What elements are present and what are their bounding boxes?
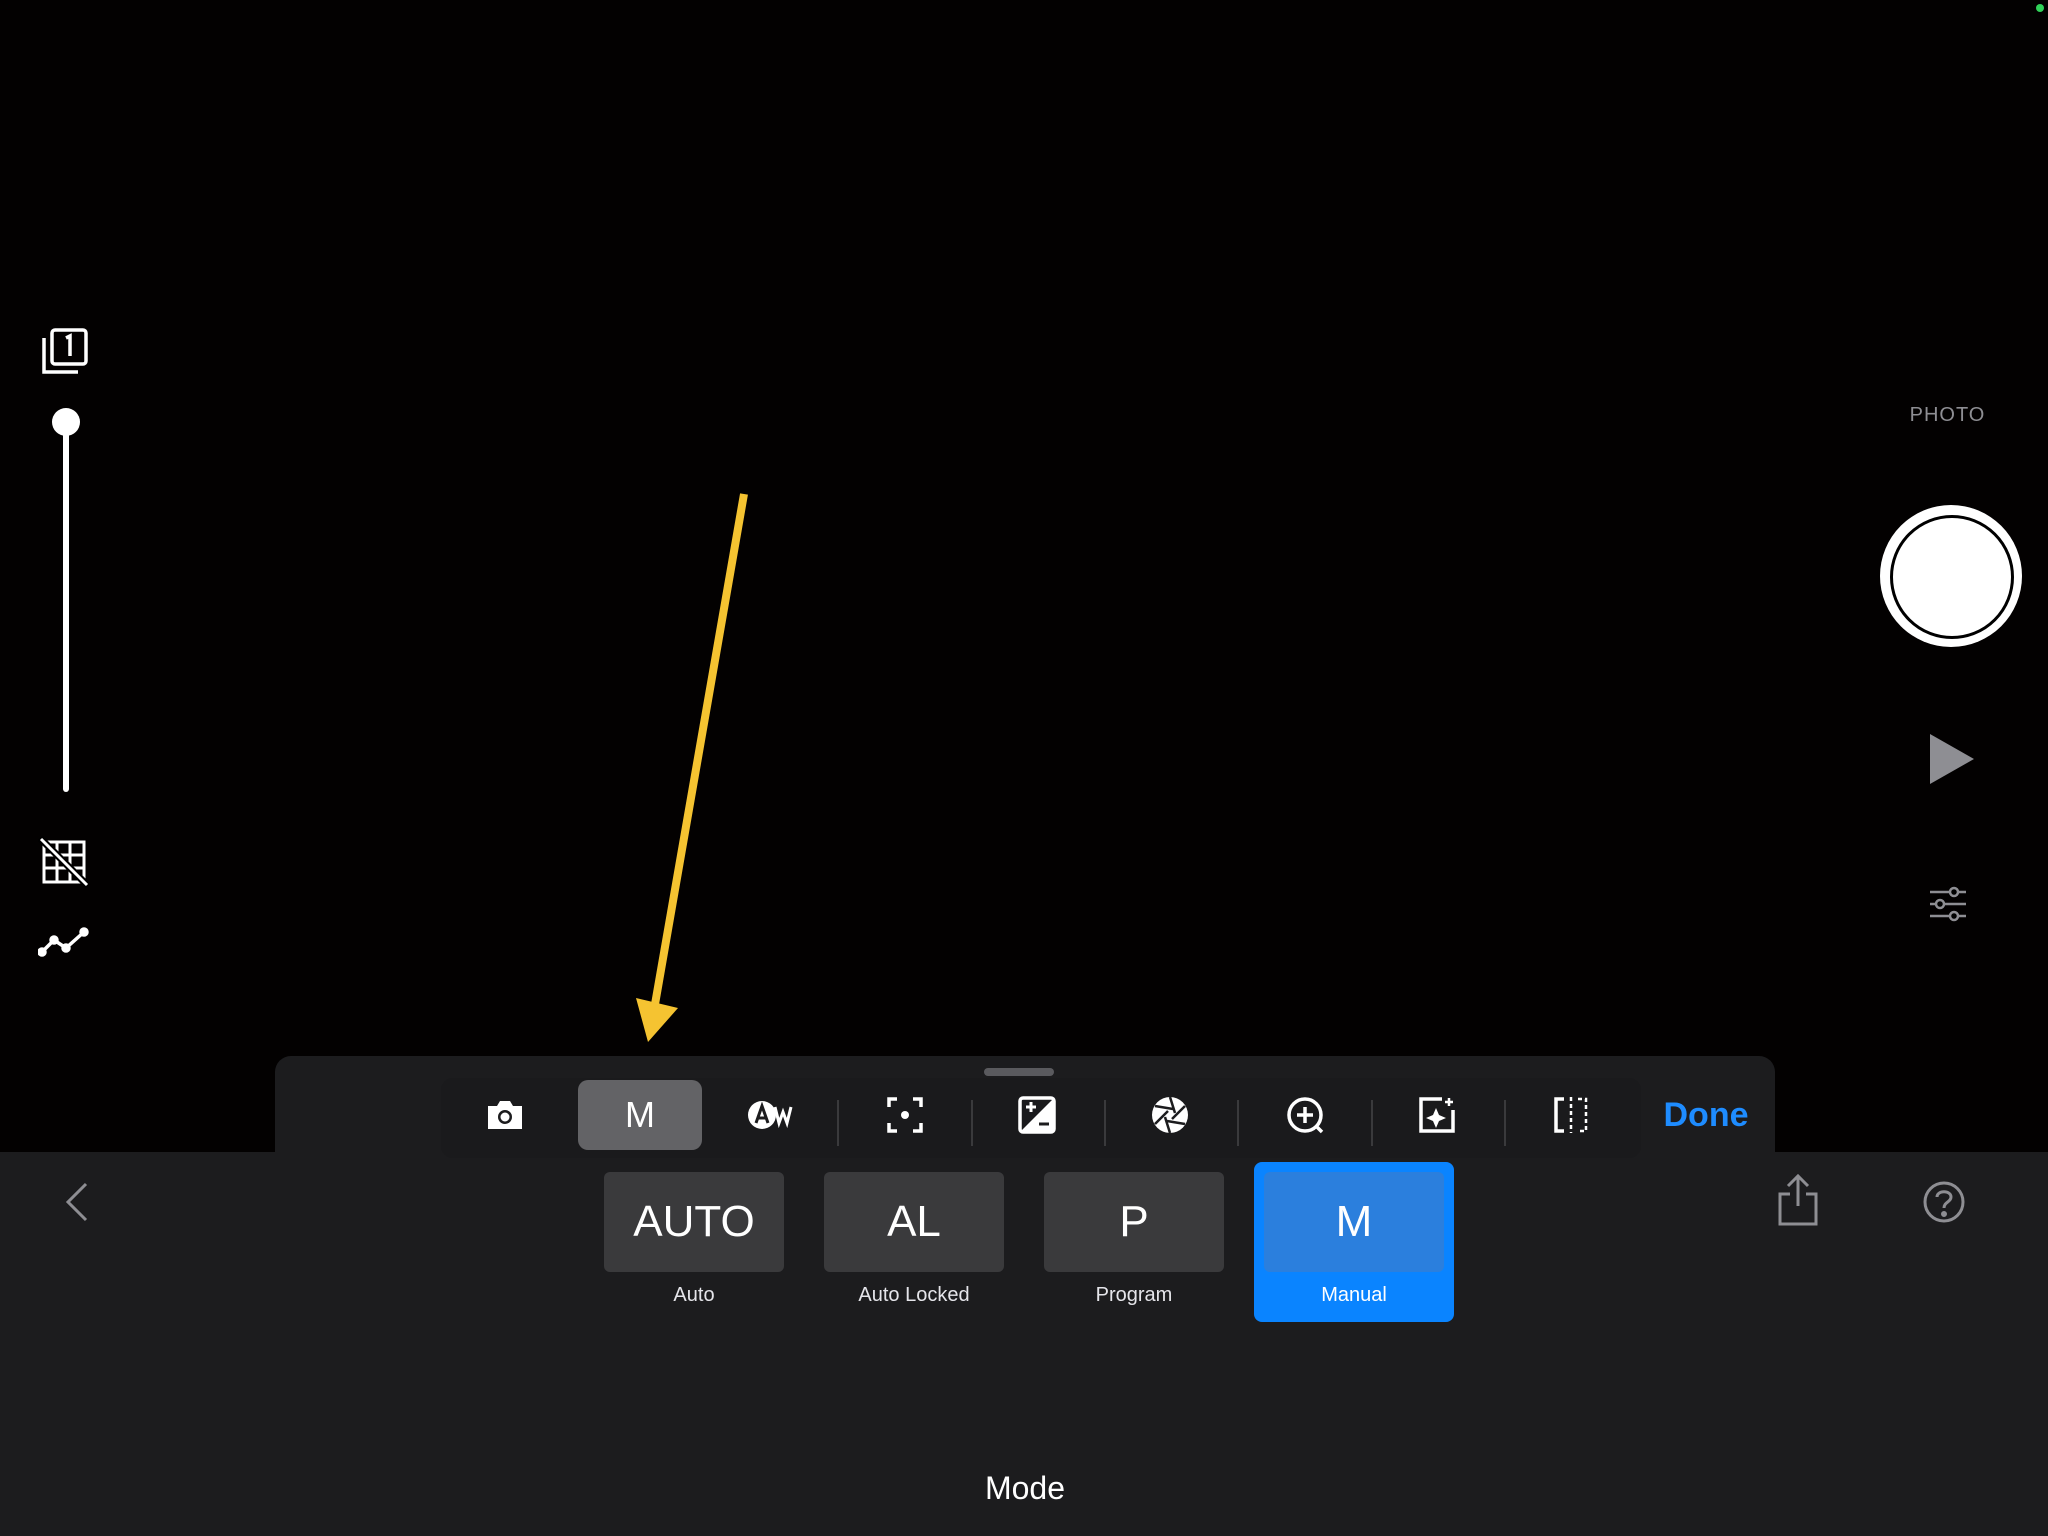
- shutter-button[interactable]: [1880, 505, 2022, 647]
- mode-auto-locked-tile: AL: [824, 1172, 1004, 1272]
- focus-icon: [887, 1097, 923, 1133]
- panel-title: Mode: [984, 1470, 1066, 1506]
- settings-sliders-icon[interactable]: [1928, 886, 1968, 922]
- tool-mirror[interactable]: [1509, 1080, 1633, 1150]
- separator: [1371, 1100, 1373, 1146]
- mode-program-tile: P: [1044, 1172, 1224, 1272]
- zoom-icon: [1287, 1097, 1324, 1134]
- separator: [1504, 1100, 1506, 1146]
- mode-manual-button[interactable]: M Manual: [1254, 1162, 1454, 1322]
- grid-off-icon[interactable]: [37, 835, 91, 889]
- separator: [1237, 1100, 1239, 1146]
- separator: [971, 1100, 973, 1146]
- back-chevron-icon[interactable]: [60, 1180, 96, 1224]
- mode-manual-label: Manual: [1321, 1284, 1387, 1306]
- camera-viewfinder[interactable]: [0, 0, 2048, 1152]
- mode-panel: M Done AUTO Auto AL Auto Locked P Progra…: [275, 1056, 1775, 1536]
- done-button[interactable]: Done: [1641, 1096, 1771, 1135]
- camera-icon: [488, 1101, 522, 1129]
- help-icon[interactable]: [1922, 1180, 1966, 1224]
- tool-mode[interactable]: M: [578, 1080, 702, 1150]
- zoom-slider-handle[interactable]: [52, 408, 80, 436]
- mode-auto-locked-label: Auto Locked: [858, 1284, 970, 1306]
- tool-white-balance[interactable]: [709, 1080, 833, 1150]
- share-icon[interactable]: [1776, 1172, 1820, 1228]
- mode-manual-tile: M: [1264, 1172, 1444, 1272]
- mode-auto-button[interactable]: AUTO Auto: [604, 1172, 784, 1334]
- mode-letter: M: [625, 1094, 655, 1135]
- mode-auto-label: Auto: [673, 1284, 715, 1306]
- separator: [837, 1100, 839, 1146]
- annotation-arrow: [636, 493, 748, 1042]
- tool-enhance[interactable]: [1375, 1080, 1499, 1150]
- mirror-icon: [1554, 1097, 1588, 1133]
- tool-zoom[interactable]: [1243, 1080, 1367, 1150]
- zoom-slider-track[interactable]: [63, 420, 69, 792]
- mode-program-button[interactable]: P Program: [1044, 1172, 1224, 1334]
- tool-focus[interactable]: [843, 1080, 967, 1150]
- mode-program-label: Program: [1095, 1284, 1173, 1306]
- auto-white-balance-icon: [748, 1101, 793, 1129]
- panel-grabber[interactable]: [984, 1068, 1054, 1076]
- play-icon[interactable]: [1926, 732, 1976, 786]
- exposure-compensation-icon: [1018, 1096, 1056, 1134]
- capture-mode-label[interactable]: PHOTO: [1880, 404, 2015, 427]
- tool-camera[interactable]: [443, 1080, 567, 1150]
- camera-in-use-indicator: [2036, 4, 2044, 12]
- capture-count-icon[interactable]: [38, 326, 90, 378]
- histogram-icon[interactable]: [37, 918, 90, 970]
- tool-aperture[interactable]: [1108, 1080, 1232, 1150]
- separator: [1104, 1100, 1106, 1146]
- mode-auto-tile: AUTO: [604, 1172, 784, 1272]
- shutter-button-inner: [1890, 515, 2014, 639]
- mode-auto-locked-button[interactable]: AL Auto Locked: [824, 1172, 1004, 1334]
- tool-exposure[interactable]: [975, 1080, 1099, 1150]
- aperture-icon: [1152, 1096, 1188, 1134]
- enhance-icon: [1419, 1097, 1455, 1133]
